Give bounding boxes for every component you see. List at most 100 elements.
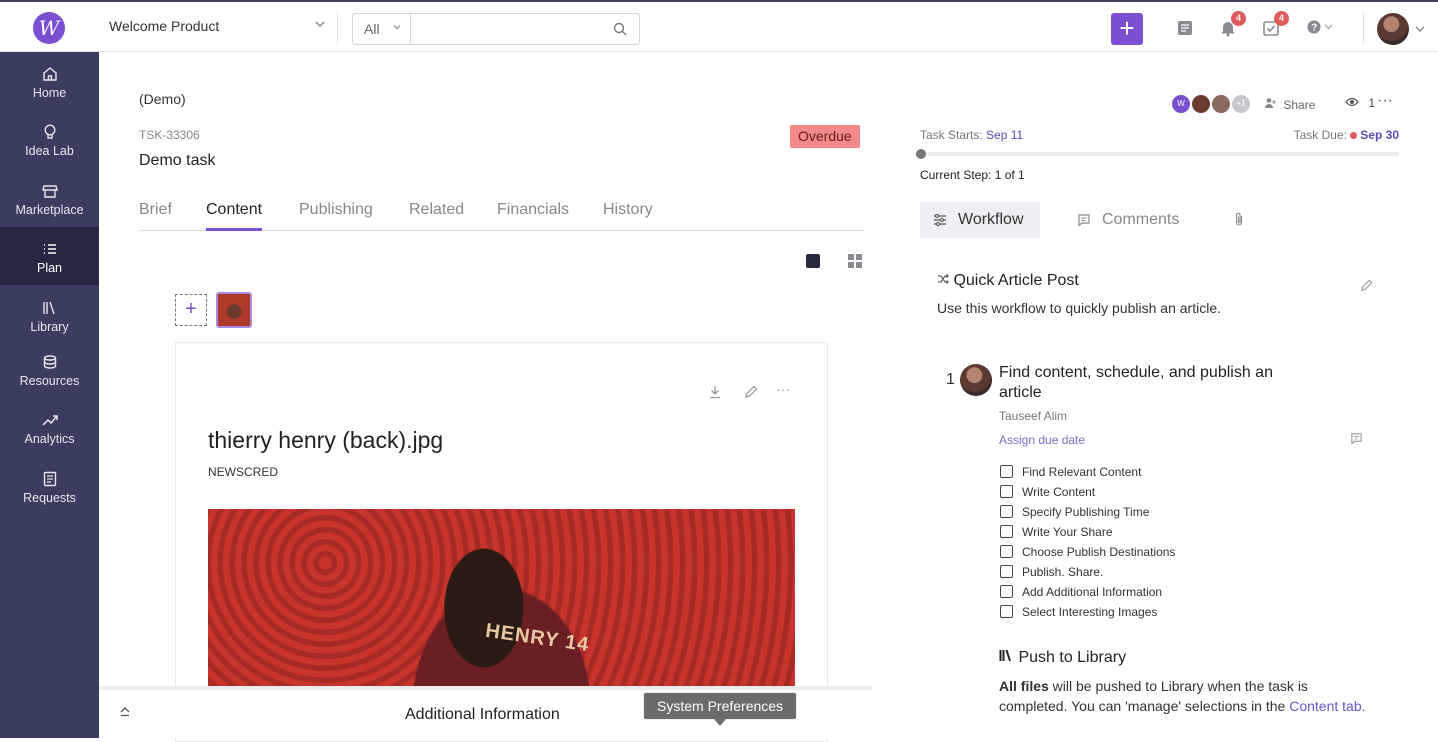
checkbox[interactable]: [1000, 565, 1013, 578]
step-owner[interactable]: Tauseef Alim: [999, 409, 1067, 423]
tab-related[interactable]: Related: [409, 201, 464, 231]
push-to-library-title: Push to Library: [999, 649, 1126, 667]
asset-filename: thierry henry (back).jpg: [208, 427, 444, 453]
search-icon[interactable]: [613, 22, 627, 41]
content-tab-link[interactable]: Content tab: [1289, 698, 1361, 714]
avatar-more: +1: [1231, 94, 1251, 114]
checkbox[interactable]: [1000, 485, 1013, 498]
push-bold: All files: [999, 678, 1049, 694]
project-name[interactable]: (Demo): [139, 91, 186, 107]
sidebar-item-home[interactable]: Home: [0, 52, 99, 110]
store-icon: [0, 182, 99, 200]
step-assignee-avatar[interactable]: [960, 364, 992, 396]
add-asset-button[interactable]: +: [175, 294, 207, 326]
task-starts-label: Task Starts:: [920, 128, 983, 142]
list-icon: [0, 240, 99, 258]
checkbox[interactable]: [1000, 585, 1013, 598]
task-due-date[interactable]: Task Due: Sep 30: [1294, 128, 1399, 142]
tab-content[interactable]: Content: [206, 201, 263, 231]
sidebar-item-label: Marketplace: [15, 203, 84, 217]
push-end: .: [1361, 698, 1366, 714]
app-logo[interactable]: W: [33, 12, 65, 44]
create-button[interactable]: +: [1111, 13, 1143, 45]
watcher-count: 1: [1368, 96, 1376, 110]
workflow-title-text: Quick Article Post: [953, 272, 1079, 289]
sidebar-item-marketplace[interactable]: Marketplace: [0, 169, 99, 227]
watchers[interactable]: 1: [1345, 96, 1375, 110]
sidebar-item-requests[interactable]: Requests: [0, 457, 99, 515]
search-input[interactable]: [413, 17, 603, 41]
tab-label: Comments: [1102, 211, 1180, 228]
current-step: Current Step: 1 of 1: [920, 168, 1025, 182]
more-options-icon[interactable]: ···: [776, 381, 790, 397]
sidebar-item-analytics[interactable]: Analytics: [0, 398, 99, 456]
checklist-item-label: Specify Publishing Time: [1022, 505, 1150, 519]
document-icon: [0, 470, 99, 488]
tab-label: Workflow: [958, 211, 1024, 228]
share-button[interactable]: Share: [1264, 97, 1315, 112]
sidebar-item-plan[interactable]: Plan: [0, 227, 99, 285]
tab-financials[interactable]: Financials: [497, 201, 569, 231]
more-options-icon[interactable]: ···: [1377, 92, 1393, 110]
sidebar-item-idea-lab[interactable]: Idea Lab: [0, 110, 99, 168]
workspace-selector[interactable]: Welcome Product: [109, 18, 219, 34]
asset-card: ··· thierry henry (back).jpg NEWSCRED HE…: [175, 342, 828, 742]
search-scope-select[interactable]: All: [353, 14, 411, 44]
checklist-item-label: Write Your Share: [1022, 525, 1113, 539]
sliders-icon: [933, 213, 947, 232]
avatar: [1191, 94, 1211, 114]
divider: [1363, 12, 1364, 44]
chevron-down-icon[interactable]: [1414, 22, 1426, 40]
top-bar: W Welcome Product All + 4 4 ?: [0, 0, 1438, 52]
main-content: (Demo) TSK-33306 Demo task Overdue Brief…: [99, 52, 1438, 742]
lightbulb-icon: [0, 123, 99, 141]
avatar: [1211, 94, 1231, 114]
edit-icon[interactable]: [1360, 279, 1373, 297]
single-view-icon[interactable]: [805, 253, 821, 274]
svg-text:?: ?: [1311, 23, 1317, 34]
chevron-up-icon[interactable]: [119, 704, 131, 720]
notes-icon[interactable]: [1176, 19, 1194, 42]
help-icon[interactable]: ?: [1306, 19, 1334, 40]
tab-brief[interactable]: Brief: [139, 201, 172, 231]
checkbox[interactable]: [1000, 505, 1013, 518]
checkbox[interactable]: [1000, 605, 1013, 618]
download-icon[interactable]: [708, 385, 722, 404]
workflow-title: Quick Article Post: [937, 272, 1079, 290]
tab-comments[interactable]: Comments: [1064, 202, 1189, 238]
task-start-date[interactable]: Task Starts: Sep 11: [920, 128, 1023, 142]
notifications-badge: 4: [1231, 11, 1246, 26]
sidebar-item-library[interactable]: Library: [0, 286, 99, 344]
task-title[interactable]: Demo task: [139, 152, 215, 170]
grid-view-icon[interactable]: [847, 253, 863, 274]
edit-icon[interactable]: [744, 385, 758, 404]
checklist-item-label: Publish. Share.: [1022, 565, 1104, 579]
additional-info-label: Additional Information: [405, 706, 560, 723]
sidebar-item-label: Analytics: [24, 432, 75, 446]
paperclip-icon[interactable]: [1233, 212, 1245, 232]
checklist-item-label: Find Relevant Content: [1022, 465, 1142, 479]
sidebar: Home Idea Lab Marketplace Plan Library R…: [0, 52, 99, 738]
search-bar: All: [352, 13, 640, 45]
checkbox[interactable]: [1000, 465, 1013, 478]
task-tabs: Brief Content Publishing Related Financi…: [139, 201, 864, 231]
sidebar-item-resources[interactable]: Resources: [0, 340, 99, 398]
task-due-label: Task Due:: [1293, 128, 1347, 142]
chevron-down-icon[interactable]: [314, 18, 326, 33]
status-badge: Overdue: [790, 125, 860, 148]
checkbox[interactable]: [1000, 545, 1013, 558]
share-label: Share: [1283, 98, 1316, 112]
database-icon: [0, 353, 99, 371]
chevron-down-icon: [392, 22, 402, 35]
shuffle-icon: [938, 274, 949, 284]
step-title[interactable]: Find content, schedule, and publish an a…: [999, 363, 1319, 403]
comment-icon[interactable]: [1350, 432, 1363, 450]
checklist-item-label: Add Additional Information: [1022, 585, 1163, 599]
tab-history[interactable]: History: [603, 201, 653, 231]
assign-due-date-link[interactable]: Assign due date: [999, 433, 1085, 447]
tab-publishing[interactable]: Publishing: [299, 201, 373, 231]
tab-workflow[interactable]: Workflow: [920, 202, 1040, 238]
user-avatar[interactable]: [1377, 13, 1409, 45]
asset-thumbnail[interactable]: [216, 292, 252, 328]
checkbox[interactable]: [1000, 525, 1013, 538]
